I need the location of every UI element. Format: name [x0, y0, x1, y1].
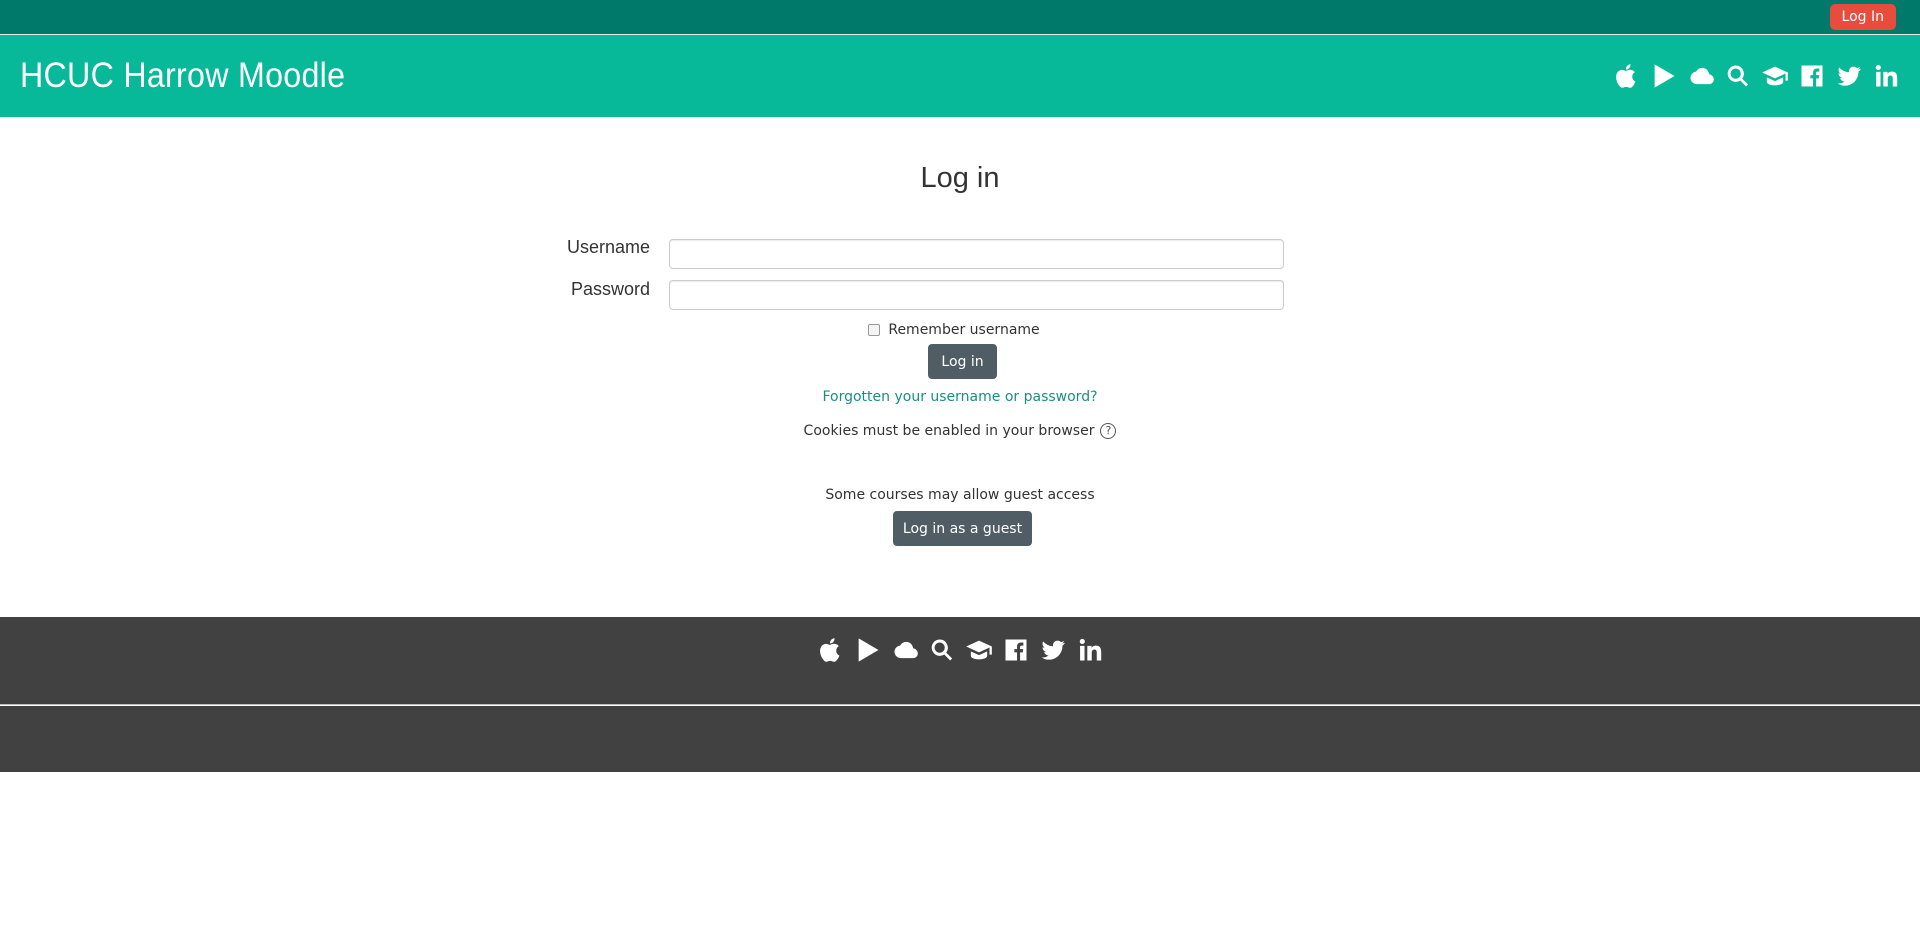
linkedin-icon[interactable]: [1076, 636, 1104, 664]
apple-icon[interactable]: [817, 636, 845, 664]
page-title: Log in: [920, 162, 1000, 194]
top-bar: Log In: [0, 0, 1920, 35]
cloud-icon[interactable]: [891, 636, 919, 664]
password-input[interactable]: [669, 280, 1284, 310]
site-footer: [0, 617, 1920, 705]
login-panel: Log in Username Password Remember userna…: [0, 117, 1920, 617]
help-icon[interactable]: ?: [1100, 423, 1117, 439]
guest-login-button[interactable]: Log in as a guest: [893, 511, 1032, 546]
cookies-text: Cookies must be enabled in your browser: [803, 423, 1095, 439]
twitter-icon[interactable]: [1039, 636, 1067, 664]
header-social-links: [1613, 62, 1900, 90]
site-title[interactable]: HCUC Harrow Moodle: [20, 56, 345, 96]
remember-username-label[interactable]: Remember username: [888, 322, 1039, 338]
search-icon[interactable]: [1724, 62, 1752, 90]
login-button[interactable]: Log in: [928, 344, 997, 379]
remember-username-checkbox[interactable]: [868, 324, 881, 336]
facebook-icon[interactable]: [1002, 636, 1030, 664]
username-input[interactable]: [669, 239, 1284, 269]
play-store-icon[interactable]: [854, 636, 882, 664]
play-store-icon[interactable]: [1650, 62, 1678, 90]
top-login-button[interactable]: Log In: [1829, 4, 1896, 30]
graduation-cap-icon[interactable]: [1761, 62, 1789, 90]
linkedin-icon[interactable]: [1872, 62, 1900, 90]
forgot-password-link[interactable]: Forgotten your username or password?: [0, 389, 1920, 405]
apple-icon[interactable]: [1613, 62, 1641, 90]
footer-social-links: [817, 636, 1104, 664]
twitter-icon[interactable]: [1835, 62, 1863, 90]
username-label: Username: [566, 237, 650, 257]
footer-bottom-bar: [0, 706, 1920, 772]
guest-access-note: Some courses may allow guest access: [825, 487, 1095, 503]
cookies-note: Cookies must be enabled in your browser …: [0, 423, 1920, 439]
graduation-cap-icon[interactable]: [965, 636, 993, 664]
cloud-icon[interactable]: [1687, 62, 1715, 90]
site-header: HCUC Harrow Moodle: [0, 35, 1920, 117]
search-icon[interactable]: [928, 636, 956, 664]
password-label: Password: [570, 279, 650, 299]
facebook-icon[interactable]: [1798, 62, 1826, 90]
remember-username-row: Remember username: [0, 322, 1920, 338]
